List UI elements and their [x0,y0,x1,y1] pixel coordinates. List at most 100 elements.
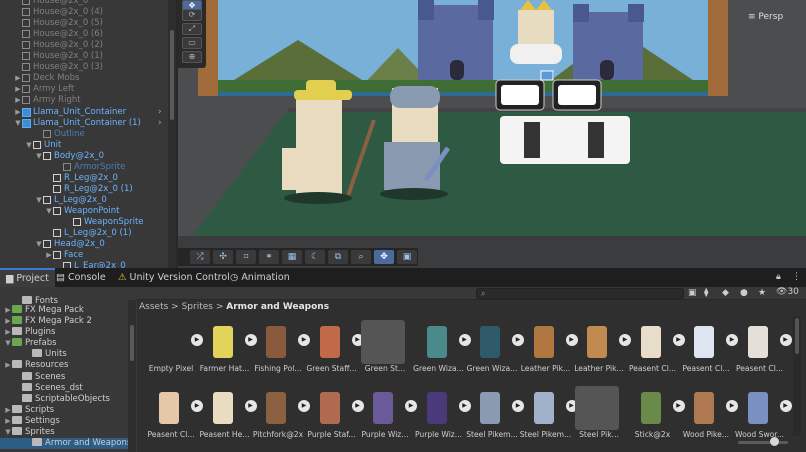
asset-tile[interactable]: Steel Pik... [571,384,623,446]
shuffle-icon[interactable]: ⤮ [190,250,210,264]
expand-arrow-icon[interactable]: ▶ [4,327,12,338]
scale-tool-icon[interactable]: ⤢ [182,23,202,35]
asset-tile[interactable]: ▶ Farmer Hat... [197,318,257,380]
folder-tree-item[interactable]: Scenes [0,372,65,383]
hierarchy-item[interactable]: R_Leg@2x_0 [0,173,118,184]
folder-tree-item[interactable]: ▼ Prefabs [0,338,57,349]
tab-unity-version-control[interactable]: ⚠ Unity Version Control [112,268,236,287]
expand-arrow-icon[interactable]: ▶ [4,360,12,371]
lock-icon[interactable]: 🔒︎ [776,272,781,282]
transform-tool-icon[interactable]: ⊕ [182,51,202,63]
asset-tile[interactable]: ▶ Leather Pik... [518,318,578,380]
asset-tile[interactable]: ▶ Peasent Cl... [732,318,792,380]
hierarchy-item[interactable]: House@2x_0 (6) [0,29,103,40]
hierarchy-scroll-thumb[interactable] [170,30,174,120]
expand-arrow-icon[interactable]: ▶ [14,84,22,95]
hierarchy-item[interactable]: House@2x_0 (4) [0,7,103,18]
tab-console[interactable]: ▤ Console [50,268,112,287]
expand-arrow-icon[interactable]: ▼ [4,338,12,349]
visibility-count[interactable]: 👁︎30 [776,287,799,297]
hierarchy-item[interactable]: House@2x_0 (2) [0,40,103,51]
hierarchy-item[interactable]: ▼ L_Leg@2x_0 [0,195,107,206]
hierarchy-item[interactable]: L_Ear@2x_0 [0,261,126,268]
folder-tree-item[interactable]: Scenes_dst [0,383,83,394]
folder-tree-item[interactable]: ▶ Plugins [0,327,55,338]
perspective-label[interactable]: ≡ Persp [748,12,783,22]
hierarchy-item[interactable]: R_Leg@2x_0 (1) [0,184,133,195]
expand-asset-icon[interactable]: ▶ [779,334,792,346]
hierarchy-item[interactable]: House@2x_0 (1) [0,51,103,62]
chevron-right-icon[interactable]: › [158,107,162,117]
search-input[interactable]: ⌕ [476,288,684,299]
label-icon[interactable]: ◆ [722,288,729,298]
expand-arrow-icon[interactable]: ▶ [4,416,12,427]
breadcrumb-current[interactable]: Armor and Weapons [226,302,329,312]
favorite-icon[interactable]: ★ [758,288,766,298]
folder-tree-scrollbar[interactable] [128,300,136,452]
hierarchy-item[interactable]: ▶ Deck Mobs [0,73,79,84]
expand-arrow-icon[interactable]: ▼ [14,118,22,129]
expand-arrow-icon[interactable]: ▼ [35,151,43,162]
hierarchy-item[interactable]: ▶ Face [0,250,83,261]
expand-arrow-icon[interactable]: ▶ [14,73,22,84]
folder-tree-item[interactable]: ▶ FX Mega Pack [0,305,84,316]
folder-tree-item[interactable]: ▶ Settings [0,416,60,427]
warning-filter-icon[interactable]: ● [740,288,748,298]
move-snap-icon[interactable]: ✣ [213,250,233,264]
hierarchy-item[interactable]: House@2x_0 (5) [0,18,103,29]
asset-tile[interactable]: ▶ Purple Wiz... [357,384,417,446]
expand-arrow-icon[interactable]: ▶ [4,316,12,327]
hierarchy-item[interactable]: House@2x_0 (3) [0,62,103,73]
filter-icon[interactable]: ▣ [688,288,697,298]
hierarchy-item[interactable]: L_Leg@2x_0 (1) [0,228,132,239]
expand-arrow-icon[interactable]: ▶ [4,405,12,416]
hierarchy-item[interactable]: ▼ Head@2x_0 [0,239,105,250]
asset-tile[interactable]: ▶ Stick@2x [625,384,685,446]
asset-tile[interactable]: ▶ Peasent Cl... [678,318,738,380]
breadcrumb-sprites[interactable]: Sprites [182,302,213,312]
chevron-right-icon[interactable]: › [158,118,162,128]
thumbnail-size-slider-handle[interactable] [770,437,779,446]
folder-tree-item[interactable]: Armor and Weapons [0,438,131,449]
asset-tile[interactable]: ▶ Peasent Cl... [625,318,685,380]
asset-tile[interactable]: ▶ Steel Pikem... [518,384,578,446]
folder-tree-item[interactable]: Units [0,349,67,360]
tab-project[interactable]: ▆ Project [0,268,55,287]
moon-icon[interactable]: ☾ [305,250,325,264]
gizmo-icon[interactable]: ▣ [397,250,417,264]
asset-tile[interactable]: ▶ Peasent Cl... [143,384,203,446]
expand-asset-icon[interactable]: ▶ [779,400,792,412]
layers-icon[interactable]: ⧉ [328,250,348,264]
hierarchy-item[interactable]: ▶ Army Left [0,84,74,95]
expand-arrow-icon[interactable]: ▼ [35,195,43,206]
asset-tile[interactable]: ▶ Wood Pike... [678,384,738,446]
expand-arrow-icon[interactable]: ▼ [25,140,33,151]
hierarchy-item[interactable]: WeaponSprite [0,217,144,228]
expand-arrow-icon[interactable]: ▶ [4,305,12,316]
folder-tree-item[interactable]: ▶ Scripts [0,405,54,416]
hierarchy-item[interactable]: ▼ Unit [0,140,61,151]
expand-arrow-icon[interactable]: ▶ [45,250,53,261]
hierarchy-item[interactable]: ArmorSprite [0,162,125,173]
asset-tile[interactable]: ▶ Green Staff... [304,318,364,380]
tab-animation[interactable]: ◷ Animation [224,268,296,287]
zoom-icon[interactable]: ⌕ [351,250,371,264]
hierarchy-item[interactable]: ▼ WeaponPoint [0,206,119,217]
asset-tile[interactable]: ▶ Empty Pixel [143,318,203,380]
expand-arrow-icon[interactable]: ▶ [14,95,22,106]
grid-snap-icon[interactable]: ⌗ [236,250,256,264]
asset-tile[interactable]: ▶ Green Wiza... [411,318,471,380]
chain-icon[interactable]: ⚭ [259,250,279,264]
grid-icon[interactable]: ▦ [282,250,302,264]
folder-tree-scroll-thumb[interactable] [130,325,134,361]
type-filter-icon[interactable]: ⧫ [704,288,708,298]
asset-tile[interactable]: ▶ Purple Staf... [304,384,364,446]
expand-arrow-icon[interactable]: ▼ [45,206,53,217]
folder-tree-item[interactable]: ▼ Sprites [0,427,55,438]
hierarchy-item[interactable]: ▶ Llama_Unit_Container [0,107,126,118]
hierarchy-item[interactable]: ▶ Army Right [0,95,80,106]
folder-tree-item[interactable]: ▶ Resources [0,360,68,371]
asset-tile[interactable]: ▶ Steel Pikem... [464,384,524,446]
asset-tile[interactable]: ▶ Pitchfork@2x [250,384,310,446]
expand-arrow-icon[interactable]: ▶ [14,107,22,118]
